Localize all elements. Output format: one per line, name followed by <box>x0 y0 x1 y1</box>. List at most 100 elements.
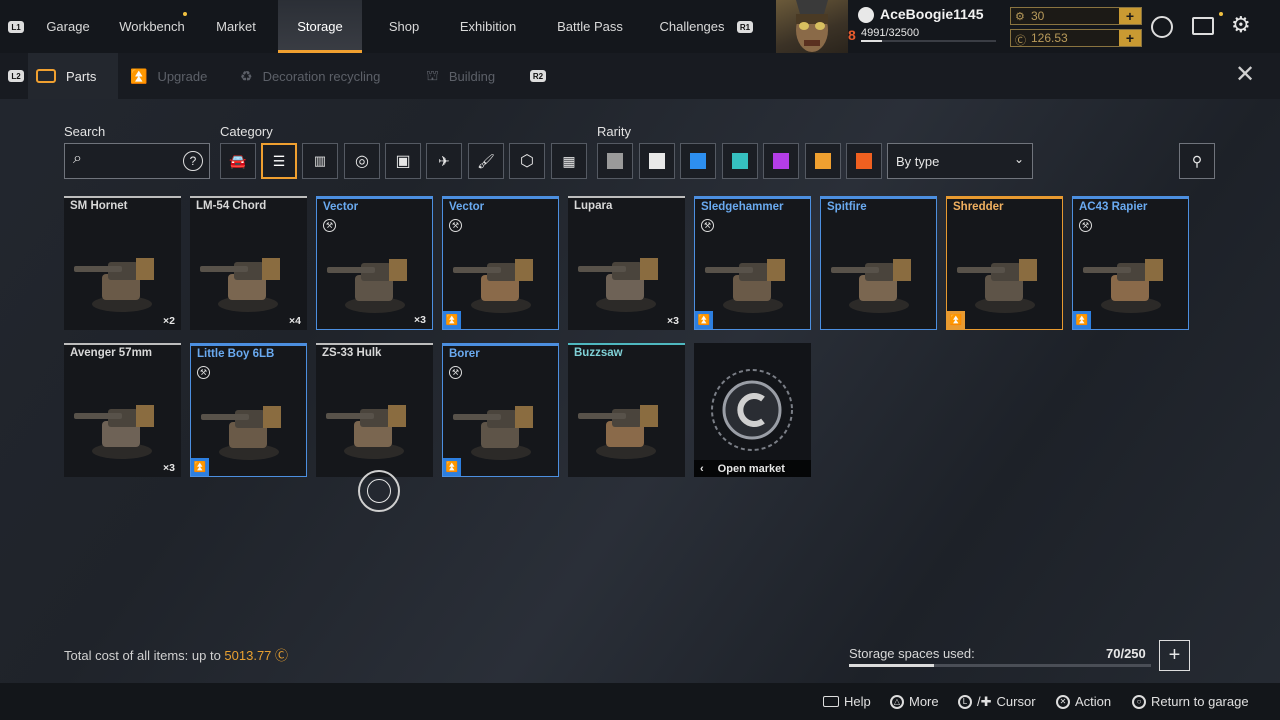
tab-exhibition[interactable]: Exhibition <box>446 0 530 53</box>
part-image <box>74 258 154 312</box>
tab-battle-pass[interactable]: Battle Pass <box>540 0 640 53</box>
search-input[interactable]: ⌕ ? <box>64 143 210 179</box>
add-coins-button[interactable]: + <box>1119 8 1141 24</box>
subtab-decoration-recycling[interactable]: ♻ Decoration recycling <box>240 53 410 99</box>
coins-counter[interactable]: ⚙ 30 + <box>1010 7 1142 25</box>
upgrade-rank-icon: ⏫ <box>443 458 461 476</box>
messages-icon[interactable] <box>1192 17 1214 35</box>
rarity-label: Rarity <box>597 124 631 139</box>
l2-button-icon: L2 <box>8 70 24 82</box>
part-card[interactable]: ZS-33 Hulk <box>316 343 433 477</box>
sort-select[interactable]: By type ⌄ <box>887 143 1033 179</box>
category-wheels-button[interactable]: ◎ <box>344 143 380 179</box>
part-image <box>200 258 280 312</box>
cross-button-icon: ✕ <box>1056 694 1070 709</box>
part-card[interactable]: Avenger 57mm ×3 <box>64 343 181 477</box>
crafted-icon: ⚒ <box>1079 219 1092 232</box>
rarity-blue-button[interactable] <box>680 143 716 179</box>
category-hovers-button[interactable]: ✈ <box>426 143 462 179</box>
subtab-parts[interactable]: Parts <box>28 53 118 99</box>
speedometer-icon[interactable] <box>1151 16 1173 38</box>
cursor-hint[interactable]: L /✚ Cursor <box>958 683 1036 720</box>
credits-counter[interactable]: Ⓒ 126.53 + <box>1010 29 1142 47</box>
cabin-icon: 🚘 <box>229 152 247 169</box>
category-modules-button[interactable]: ▥ <box>302 143 338 179</box>
part-card[interactable]: SM Hornet ×2 <box>64 196 181 330</box>
rarity-stripe <box>64 343 181 345</box>
upgrade-rank-icon: ⏫ <box>191 458 209 476</box>
rarity-teal-button[interactable] <box>721 143 758 179</box>
part-name: Sledgehammer <box>701 201 784 213</box>
part-image <box>705 259 785 313</box>
expand-storage-button[interactable]: + <box>1159 640 1190 671</box>
tab-storage[interactable]: Storage <box>278 0 362 53</box>
help-hint[interactable]: Help <box>823 683 871 720</box>
frame-icon: ▣ <box>395 153 411 170</box>
part-name: Avenger 57mm <box>70 347 153 359</box>
sort-select-value: By type <box>896 153 940 169</box>
more-hint-label: More <box>909 694 939 709</box>
part-image <box>453 406 533 460</box>
part-card[interactable]: Sledgehammer ⚒ ⏫ <box>694 196 811 330</box>
subtab-upgrade[interactable]: ⏫ Upgrade <box>130 53 220 99</box>
close-icon[interactable]: ✕ <box>1235 63 1255 87</box>
tab-shop[interactable]: Shop <box>370 0 438 53</box>
part-card[interactable]: Spitfire <box>820 196 937 330</box>
part-quantity: ×3 <box>414 314 426 326</box>
add-credits-button[interactable]: + <box>1119 30 1141 46</box>
open-market-bar[interactable]: ‹ Open market <box>694 460 811 477</box>
part-card[interactable]: Vector ⚒ ⏫ <box>442 196 559 330</box>
rarity-red-button[interactable] <box>846 143 882 179</box>
clear-filter-button[interactable]: ⚲ <box>1179 143 1215 179</box>
action-hint[interactable]: ✕ Action <box>1056 683 1111 720</box>
category-cabins-button[interactable]: 🚘 <box>220 143 256 179</box>
weapon-icon: ☰ <box>272 152 286 169</box>
avatar[interactable] <box>776 0 848 53</box>
open-market-card[interactable]: ‹ Open market <box>694 343 811 477</box>
part-name: Vector <box>449 201 485 213</box>
subtab-parts-label: Parts <box>66 68 97 84</box>
category-frames-button[interactable]: ▣ <box>385 143 421 179</box>
part-card[interactable]: AC43 Rapier ⚒ ⏫ <box>1072 196 1189 330</box>
part-card[interactable]: Buzzsaw <box>568 343 685 477</box>
tab-challenges[interactable]: Challenges <box>650 0 734 53</box>
part-card[interactable]: Vector ⚒ ×3 <box>316 196 433 330</box>
storage-progress-fill <box>849 664 934 667</box>
player-name: AceBoogie1145 <box>880 6 984 22</box>
recycling-icon: ♻ <box>240 67 253 84</box>
rarity-blue-swatch <box>690 153 706 169</box>
help-question-icon[interactable]: ? <box>183 151 203 171</box>
storage-value: 70/250 <box>1106 646 1146 661</box>
tab-market[interactable]: Market <box>200 0 272 53</box>
rarity-grey-swatch <box>607 153 623 169</box>
upgrade-chevrons-icon: ⏫ <box>130 67 148 84</box>
rarity-stripe <box>947 197 1062 199</box>
settings-gear-icon[interactable]: ⚙ <box>1231 14 1251 36</box>
crafted-icon: ⚒ <box>449 366 462 379</box>
upgrade-rank-icon: ⏫ <box>695 311 713 329</box>
category-all-button[interactable]: ▦ <box>551 143 587 179</box>
rarity-grey-button[interactable] <box>597 143 633 179</box>
part-card[interactable]: Lupara ×3 <box>568 196 685 330</box>
total-cost-value: 5013.77 <box>224 648 272 663</box>
cursor-ring-icon <box>358 470 400 512</box>
category-hexagon-button[interactable]: ⬡ <box>509 143 545 179</box>
more-hint[interactable]: △ More <box>890 683 939 720</box>
rarity-stripe <box>821 197 936 199</box>
rarity-purple-button[interactable] <box>763 143 799 179</box>
rarity-stripe <box>64 196 181 198</box>
return-to-garage-hint[interactable]: ○ Return to garage <box>1132 683 1249 720</box>
tab-garage[interactable]: Garage <box>34 0 102 53</box>
part-card[interactable]: Borer ⚒ ⏫ <box>442 343 559 477</box>
part-card[interactable]: LM-54 Chord ×4 <box>190 196 307 330</box>
rarity-orange-button[interactable] <box>804 143 841 179</box>
tab-workbench[interactable]: Workbench <box>110 0 194 53</box>
part-card[interactable]: Little Boy 6LB ⚒ ⏫ <box>190 343 307 477</box>
r2-button-icon: R2 <box>530 70 546 82</box>
part-card[interactable]: Shredder ⏫ <box>946 196 1063 330</box>
category-weapons-button[interactable]: ☰ <box>261 143 297 179</box>
rarity-stripe <box>695 197 810 199</box>
category-decor-button[interactable]: 🖌 <box>468 143 504 179</box>
rarity-white-button[interactable] <box>638 143 675 179</box>
subtab-building[interactable]: ⛫ Building <box>426 53 516 99</box>
